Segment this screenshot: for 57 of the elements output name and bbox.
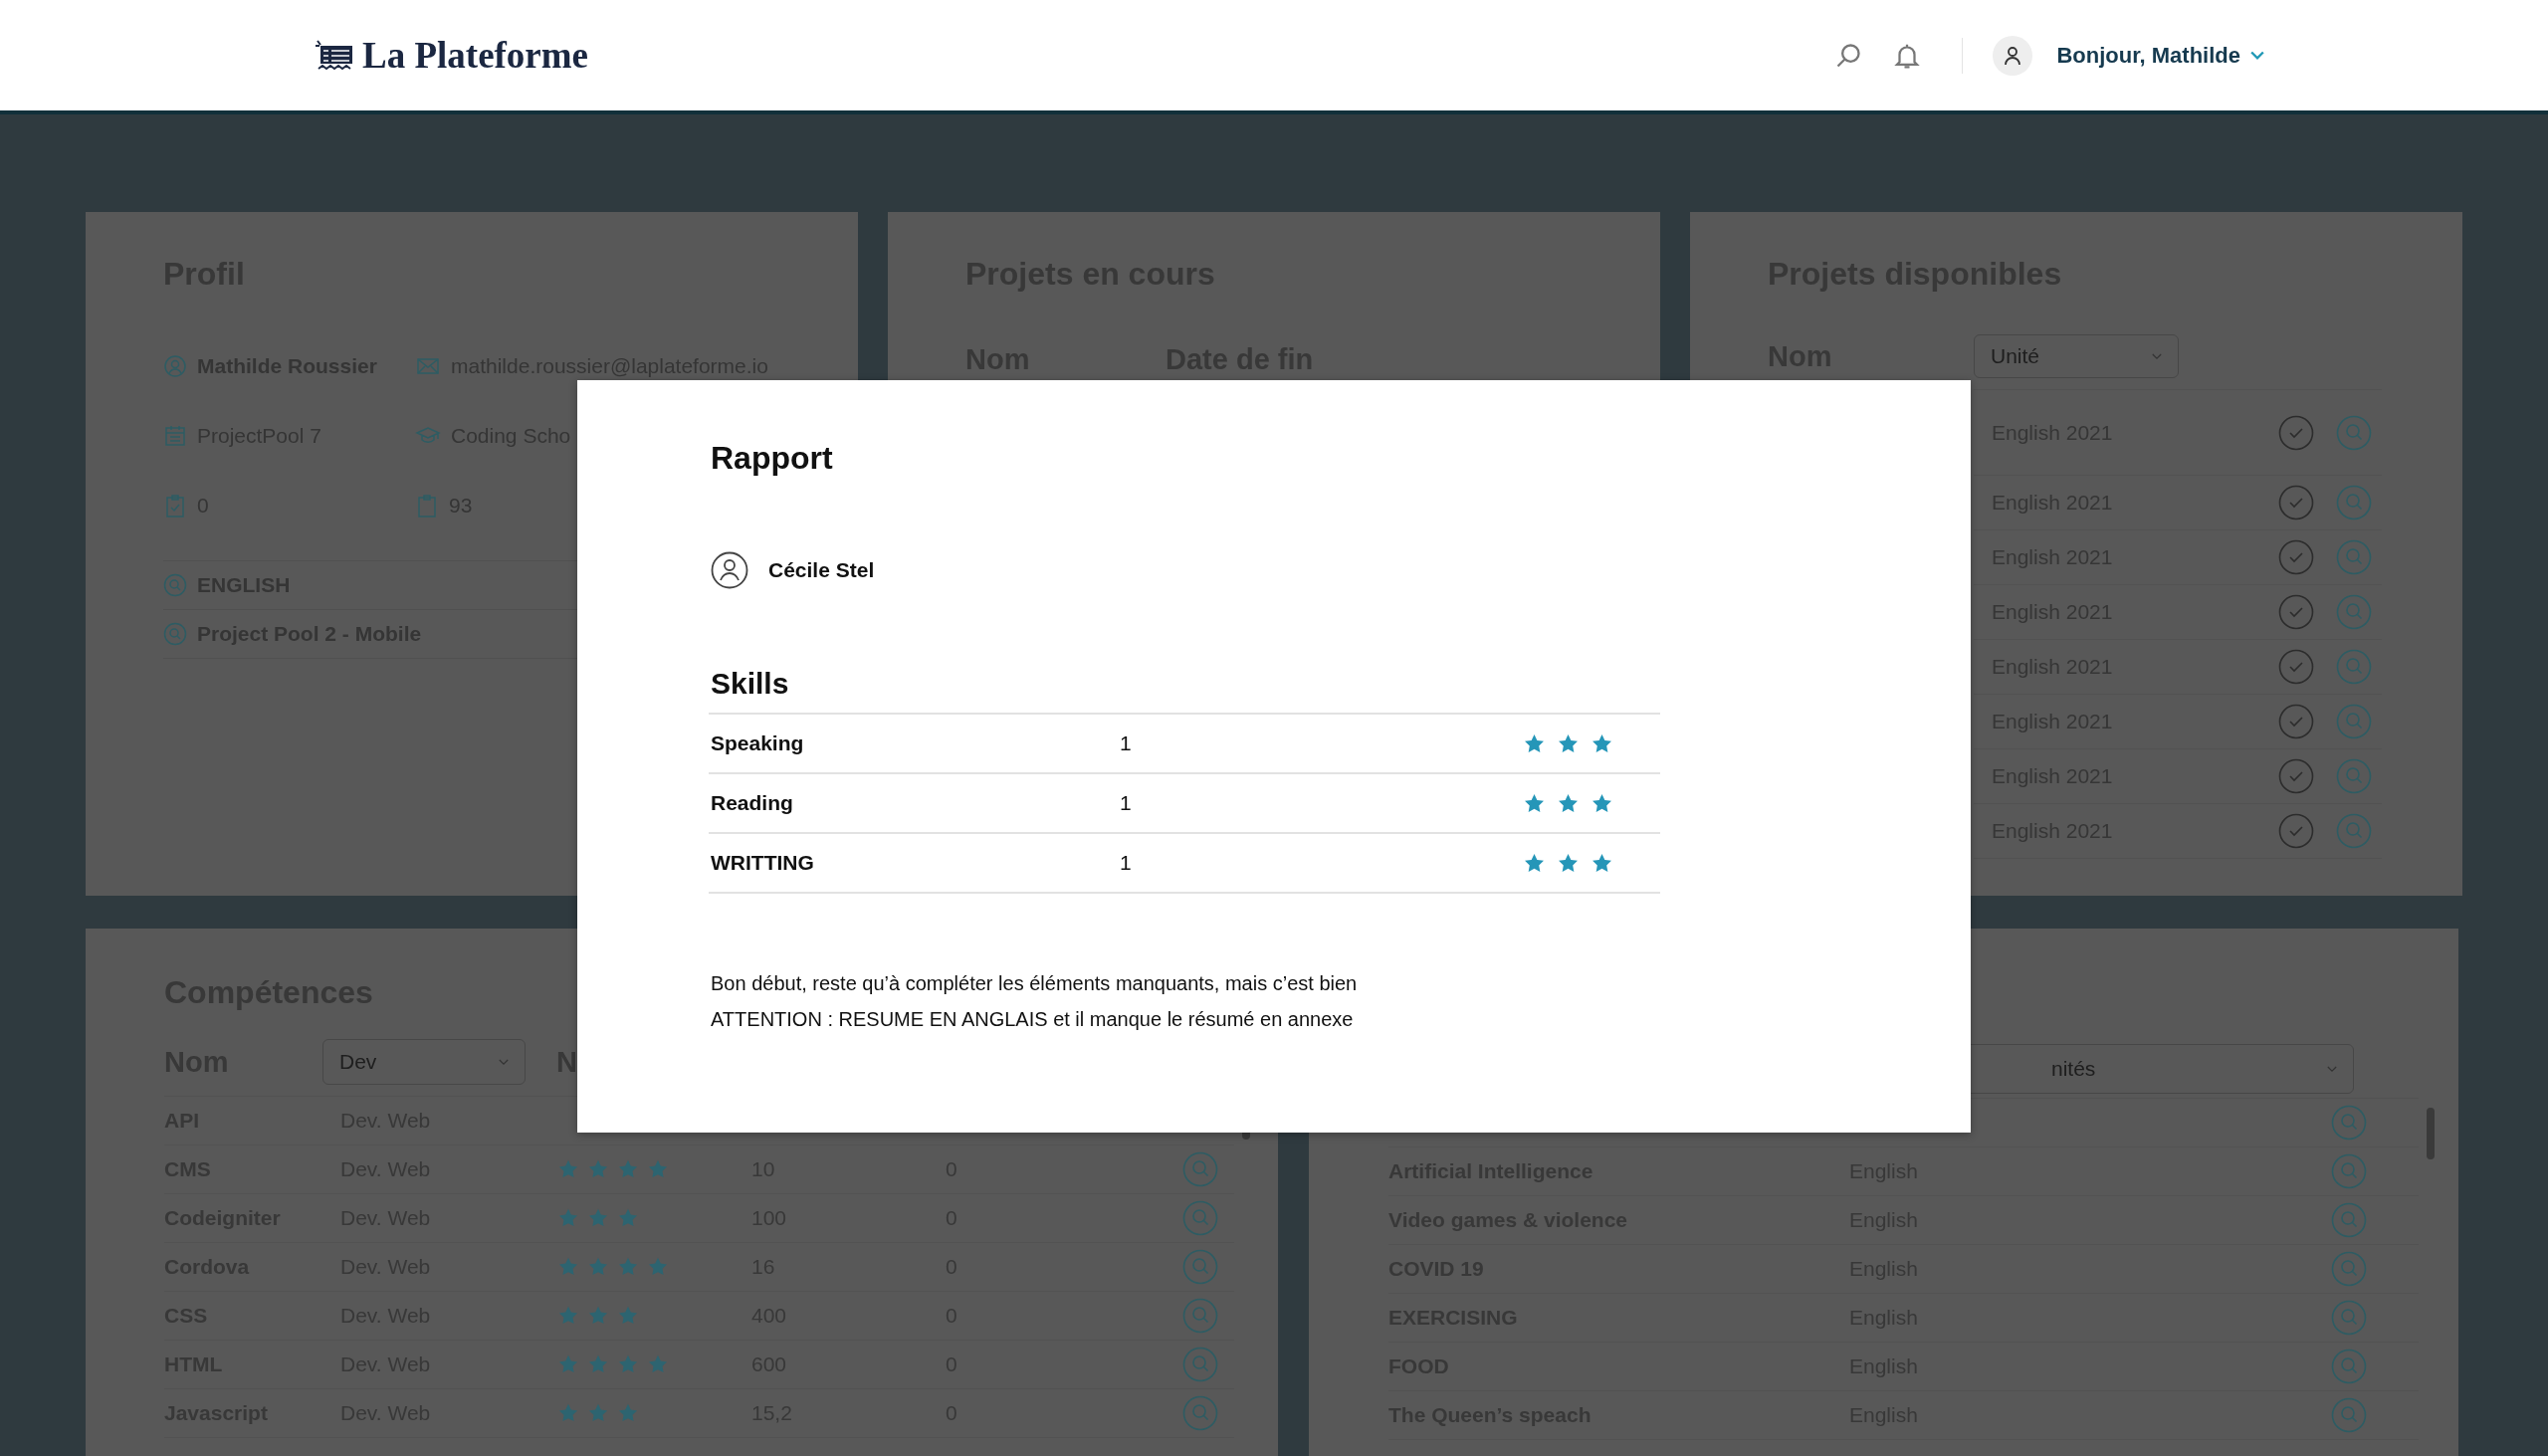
score-cell: 1 (1120, 851, 1132, 874)
star-icon (617, 1353, 639, 1375)
star-icon (587, 1305, 609, 1327)
user-menu[interactable]: Bonjour, Mathilde (2056, 42, 2264, 69)
avatar-icon[interactable] (1993, 35, 2033, 76)
chevron-down-icon[interactable] (2152, 352, 2162, 360)
search-icon[interactable] (1834, 41, 1863, 70)
skill-name: Reading (711, 791, 794, 815)
check-circle-icon[interactable] (2278, 539, 2314, 575)
dialog-title: Rapport (711, 440, 834, 477)
comment-text: ATTENTION : RESUME EN ANGLAIS et il manque le résumé en annexe (711, 1007, 1355, 1032)
star-icon (617, 1158, 639, 1180)
star-icon (557, 1402, 579, 1424)
chevron-down-icon[interactable] (499, 1058, 509, 1066)
check-circle-icon[interactable] (2278, 813, 2314, 849)
comment-text: Bon début, reste qu’à compléter les éléments manquants, mais c’est bien (711, 971, 1359, 996)
score-cell: 1 (1120, 791, 1132, 814)
user-icon (711, 551, 748, 589)
reviewer-name: Cécile Stel (768, 558, 875, 582)
section-title: Skills (711, 667, 790, 701)
category-dropdown[interactable]: Dev (322, 1039, 526, 1085)
star-icon (557, 1353, 579, 1375)
calendar-icon (163, 424, 187, 448)
scrollbar-thumb[interactable] (2427, 1108, 2435, 1159)
star-icon (587, 1353, 609, 1375)
star-icon (557, 1256, 579, 1278)
star-icon (587, 1207, 609, 1229)
check-circle-icon[interactable] (2278, 414, 2314, 451)
logo-text[interactable]: La Plateforme (362, 34, 589, 77)
star-icon (557, 1158, 579, 1180)
user-icon (163, 354, 187, 378)
star-icon (617, 1305, 639, 1327)
star-icon (587, 1402, 609, 1424)
check-circle-icon[interactable] (2278, 649, 2314, 685)
logo-icon (315, 38, 354, 73)
clipboard-check-icon (163, 492, 187, 520)
star-icon (617, 1402, 639, 1424)
skill-name: WRITTING (711, 851, 815, 875)
chevron-down-icon[interactable] (2327, 1065, 2337, 1073)
check-circle-icon[interactable] (2278, 485, 2314, 520)
unit-dropdown[interactable]: Unité (1974, 334, 2179, 378)
star-icon (557, 1305, 579, 1327)
skill-name: Speaking (711, 731, 805, 755)
star-icon (647, 1353, 669, 1375)
star-icon (647, 1256, 669, 1278)
check-circle-icon[interactable] (2278, 704, 2314, 739)
star-icon (557, 1207, 579, 1229)
score-cell: 1 (1120, 731, 1132, 754)
star-icon (617, 1207, 639, 1229)
star-icon (647, 1158, 669, 1180)
star-icon (617, 1256, 639, 1278)
chevron-down-icon[interactable] (2250, 50, 2264, 61)
star-icon (587, 1256, 609, 1278)
star-icon (587, 1158, 609, 1180)
clipboard-icon (415, 492, 439, 520)
check-circle-icon[interactable] (2278, 758, 2314, 794)
check-circle-icon[interactable] (2278, 594, 2314, 630)
